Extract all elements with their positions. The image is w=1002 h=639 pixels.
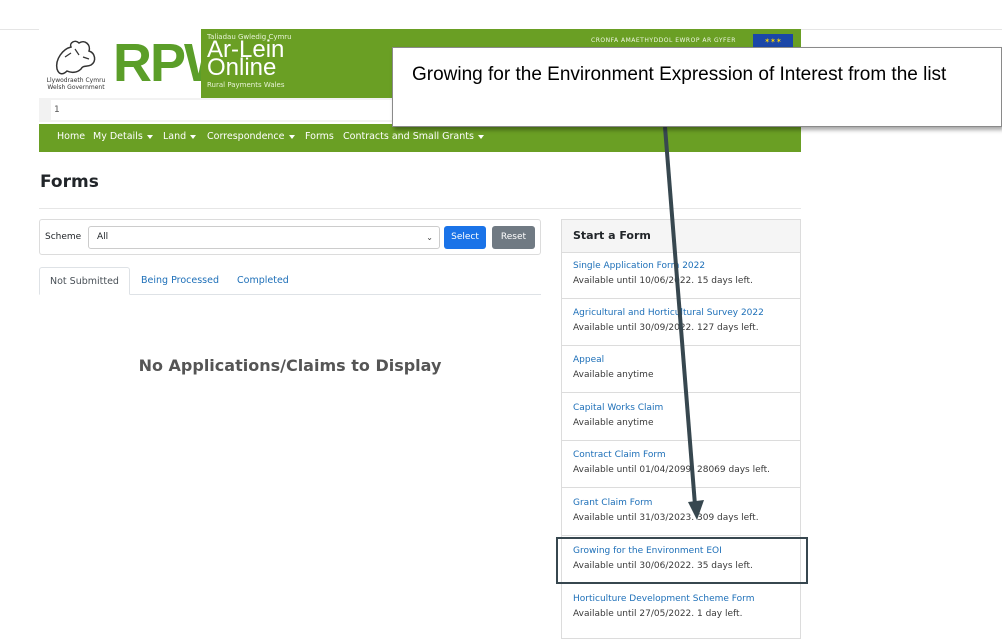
- form-list-item: Grant Claim Form Available until 31/03/2…: [562, 489, 800, 536]
- form-link[interactable]: Appeal: [573, 355, 604, 365]
- tab-completed[interactable]: Completed: [227, 267, 299, 294]
- nav-home-label: Home: [57, 131, 86, 142]
- form-link[interactable]: Capital Works Claim: [573, 403, 663, 413]
- main-nav: Home My Details Land Correspondence Form…: [39, 124, 801, 152]
- reset-button[interactable]: Reset: [492, 226, 535, 249]
- nav-forms-label: Forms: [305, 131, 334, 142]
- form-availability: Available until 27/05/2022. 1 day left.: [573, 609, 743, 619]
- product-name-english: Online: [207, 54, 277, 81]
- tagline-english: Rural Payments Wales: [207, 81, 285, 89]
- caret-down-icon: [288, 134, 295, 139]
- caret-down-icon: [190, 134, 197, 139]
- status-tabs: Not Submitted Being Processed Completed: [39, 267, 541, 295]
- caret-down-icon: [146, 134, 153, 139]
- tab-being-processed[interactable]: Being Processed: [131, 267, 229, 294]
- form-list-item: Horticulture Development Scheme Form Ava…: [562, 585, 800, 632]
- instruction-callout: Growing for the Environment Expression o…: [392, 47, 1002, 127]
- empty-state-message: No Applications/Claims to Display: [138, 356, 442, 375]
- nav-my-details-label: My Details: [93, 131, 143, 142]
- form-link[interactable]: Grant Claim Form: [573, 498, 652, 508]
- nav-forms[interactable]: Forms: [305, 131, 334, 142]
- form-availability: Available anytime: [573, 418, 654, 428]
- callout-text: Growing for the Environment Expression o…: [412, 64, 947, 85]
- gov-text-welsh: Llywodraeth Cymru: [46, 77, 106, 84]
- form-availability: Available until 31/03/2023. 309 days lef…: [573, 513, 759, 523]
- scheme-select[interactable]: All ⌄: [88, 226, 440, 249]
- page-title: Forms: [40, 172, 99, 192]
- scheme-filter: Scheme All ⌄ Select Reset: [39, 219, 541, 255]
- form-list-item: Single Application Form 2022 Available u…: [562, 252, 800, 299]
- form-link[interactable]: Horticulture Development Scheme Form: [573, 594, 754, 604]
- nav-land-label: Land: [163, 131, 187, 142]
- gov-text-english: Welsh Government: [47, 84, 105, 91]
- form-list-item: Capital Works Claim Available anytime: [562, 394, 800, 441]
- form-availability: Available until 30/09/2022. 127 days lef…: [573, 323, 759, 333]
- search-input[interactable]: 1: [51, 100, 396, 120]
- start-form-title: Start a Form: [573, 229, 651, 242]
- nav-home[interactable]: Home: [57, 131, 85, 142]
- nav-correspondence-label: Correspondence: [207, 131, 285, 142]
- nav-my-details[interactable]: My Details: [93, 131, 153, 142]
- form-list-item: Agricultural and Horticultural Survey 20…: [562, 299, 800, 346]
- form-availability: Available until 10/06/2022. 15 days left…: [573, 276, 753, 286]
- tab-not-submitted[interactable]: Not Submitted: [39, 267, 130, 295]
- select-button[interactable]: Select: [444, 226, 486, 249]
- form-link[interactable]: Single Application Form 2022: [573, 261, 705, 271]
- caret-down-icon: [477, 134, 484, 139]
- title-divider: [39, 208, 801, 209]
- form-availability: Available anytime: [573, 370, 654, 380]
- chevron-down-icon: ⌄: [426, 233, 433, 242]
- nav-land[interactable]: Land: [163, 131, 197, 142]
- form-list-item: Appeal Available anytime: [562, 346, 800, 393]
- gov-logo-text: Llywodraeth Cymru Welsh Government: [45, 77, 107, 91]
- scheme-label: Scheme: [45, 232, 82, 242]
- nav-contracts-label: Contracts and Small Grants: [343, 131, 474, 142]
- nav-correspondence[interactable]: Correspondence: [207, 131, 295, 142]
- nav-contracts[interactable]: Contracts and Small Grants: [343, 131, 484, 142]
- start-form-header: Start a Form: [562, 220, 800, 253]
- form-list-item: Contract Claim Form Available until 01/0…: [562, 441, 800, 488]
- form-link[interactable]: Agricultural and Horticultural Survey 20…: [573, 308, 764, 318]
- highlight-box: [556, 537, 808, 584]
- form-availability: Available until 01/04/2099. 28069 days l…: [573, 465, 771, 475]
- eafrd-text: CRONFA AMAETHYDDOL EWROP AR GYFER: [591, 37, 736, 44]
- scheme-select-value: All: [97, 232, 109, 242]
- form-link[interactable]: Contract Claim Form: [573, 450, 666, 460]
- eu-flag-icon: ✶✶✶: [753, 34, 793, 48]
